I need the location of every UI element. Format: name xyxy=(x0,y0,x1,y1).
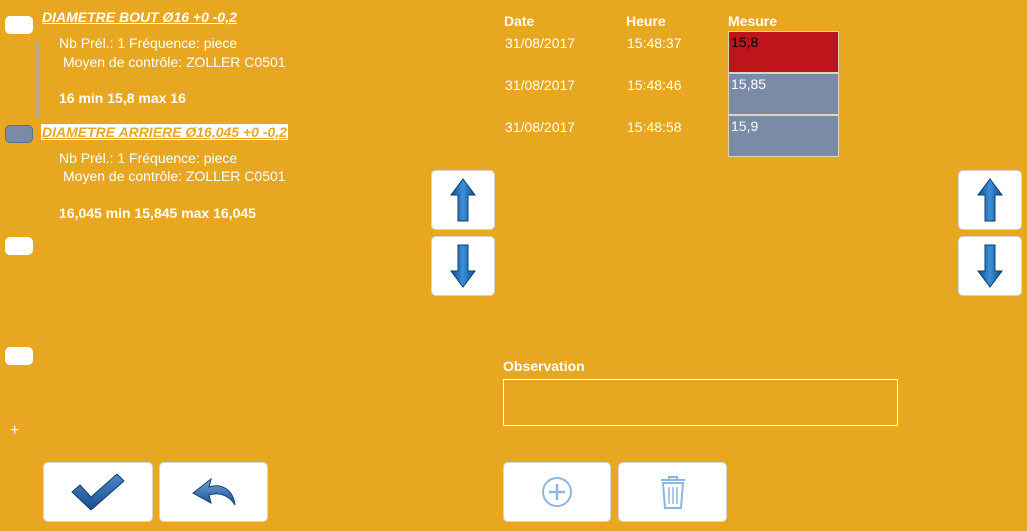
scroll-characteristics-up-button[interactable] xyxy=(431,170,495,230)
arrow-down-icon xyxy=(977,244,1003,288)
scroll-measures-up-button[interactable] xyxy=(958,170,1022,230)
characteristic-limits-1: 16 min 15,8 max 16 xyxy=(59,90,186,106)
add-characteristic-button[interactable]: + xyxy=(10,422,19,440)
marker-connector xyxy=(35,42,39,118)
characteristic-marker-2[interactable] xyxy=(5,125,33,143)
arrow-up-icon xyxy=(450,178,476,222)
plus-circle-icon xyxy=(542,477,572,507)
characteristic-marker-4[interactable] xyxy=(5,347,33,365)
row-time: 15:48:37 xyxy=(627,35,682,51)
measure-cell[interactable]: 15,9 xyxy=(728,115,839,157)
characteristic-control-1: Moyen de contrôle: ZOLLER C0501 xyxy=(63,54,286,70)
delete-measure-button[interactable] xyxy=(618,462,727,522)
arrow-down-icon xyxy=(450,244,476,288)
characteristic-title-2[interactable]: DIAMETRE ARRIERE Ø16,045 +0 -0,2 xyxy=(41,124,288,140)
confirm-button[interactable] xyxy=(43,462,153,522)
observation-label: Observation xyxy=(503,358,585,374)
arrow-up-icon xyxy=(977,178,1003,222)
characteristic-limits-2: 16,045 min 15,845 max 16,045 xyxy=(59,205,256,221)
column-header-time: Heure xyxy=(626,13,666,29)
measure-cell[interactable]: 15,85 xyxy=(728,73,839,115)
row-date: 31/08/2017 xyxy=(505,119,576,135)
observation-input[interactable] xyxy=(503,379,898,426)
column-header-measure: Mesure xyxy=(728,13,778,29)
row-date: 31/08/2017 xyxy=(505,35,576,51)
characteristic-sampling-1: Nb Prél.: 1 Fréquence: piece xyxy=(59,35,238,51)
checkmark-icon xyxy=(71,473,125,511)
characteristic-marker-3[interactable] xyxy=(5,237,33,255)
characteristic-title-1[interactable]: DIAMETRE BOUT Ø16 +0 -0,2 xyxy=(42,9,237,25)
undo-arrow-icon xyxy=(191,477,235,506)
row-time: 15:48:46 xyxy=(627,77,682,93)
measure-cell[interactable]: 15,8 xyxy=(728,31,839,73)
row-time: 15:48:58 xyxy=(627,119,682,135)
scroll-characteristics-down-button[interactable] xyxy=(431,236,495,296)
column-header-date: Date xyxy=(504,13,535,29)
undo-button[interactable] xyxy=(159,462,268,522)
trash-icon xyxy=(660,476,685,509)
characteristic-marker-1[interactable] xyxy=(5,16,33,34)
characteristic-sampling-2: Nb Prél.: 1 Fréquence: piece xyxy=(59,150,238,166)
add-measure-button[interactable] xyxy=(503,462,611,522)
characteristic-control-2: Moyen de contrôle: ZOLLER C0501 xyxy=(63,168,286,184)
scroll-measures-down-button[interactable] xyxy=(958,236,1022,296)
row-date: 31/08/2017 xyxy=(505,77,576,93)
